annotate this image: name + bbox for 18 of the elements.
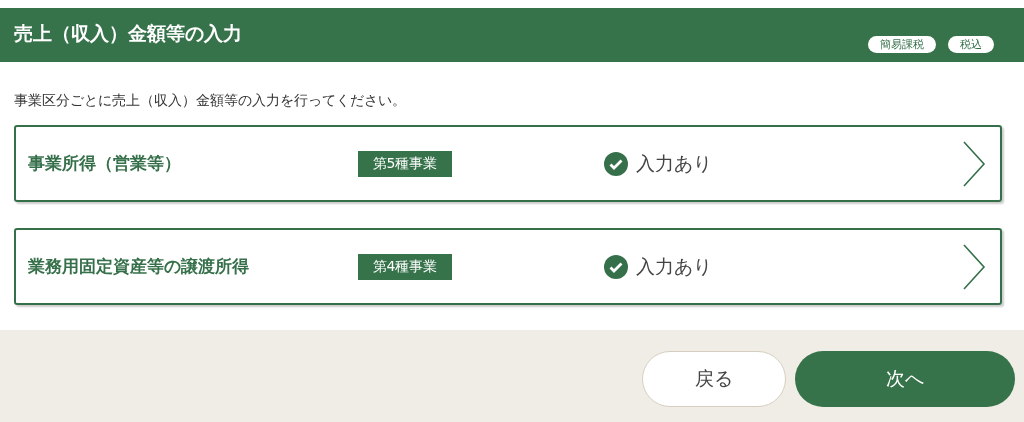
category-label: 第4種事業 bbox=[358, 253, 452, 280]
chevron-right-icon bbox=[962, 242, 986, 291]
business-name: 事業所得（営業等） bbox=[28, 152, 182, 175]
tag: 簡易課税 bbox=[868, 36, 936, 53]
status-text: 入力あり bbox=[636, 253, 712, 279]
business-name: 業務用固定資産等の譲渡所得 bbox=[28, 255, 250, 278]
check-icon bbox=[604, 151, 628, 176]
business-card[interactable]: 業務用固定資産等の譲渡所得 第4種事業 入力あり bbox=[14, 228, 1002, 305]
instruction-text: 事業区分ごとに売上（収入）金額等の入力を行ってください。 bbox=[14, 92, 407, 110]
tag: 税込 bbox=[948, 36, 994, 53]
next-button[interactable]: 次へ bbox=[795, 351, 1015, 407]
page-title: 売上（収入）金額等の入力 bbox=[14, 21, 242, 46]
category-label: 第5種事業 bbox=[358, 150, 452, 177]
check-icon bbox=[604, 254, 628, 279]
status-text: 入力あり bbox=[636, 150, 712, 176]
back-button[interactable]: 戻る bbox=[642, 351, 786, 407]
chevron-right-icon bbox=[962, 139, 986, 188]
business-card[interactable]: 事業所得（営業等） 第5種事業 入力あり bbox=[14, 125, 1002, 202]
